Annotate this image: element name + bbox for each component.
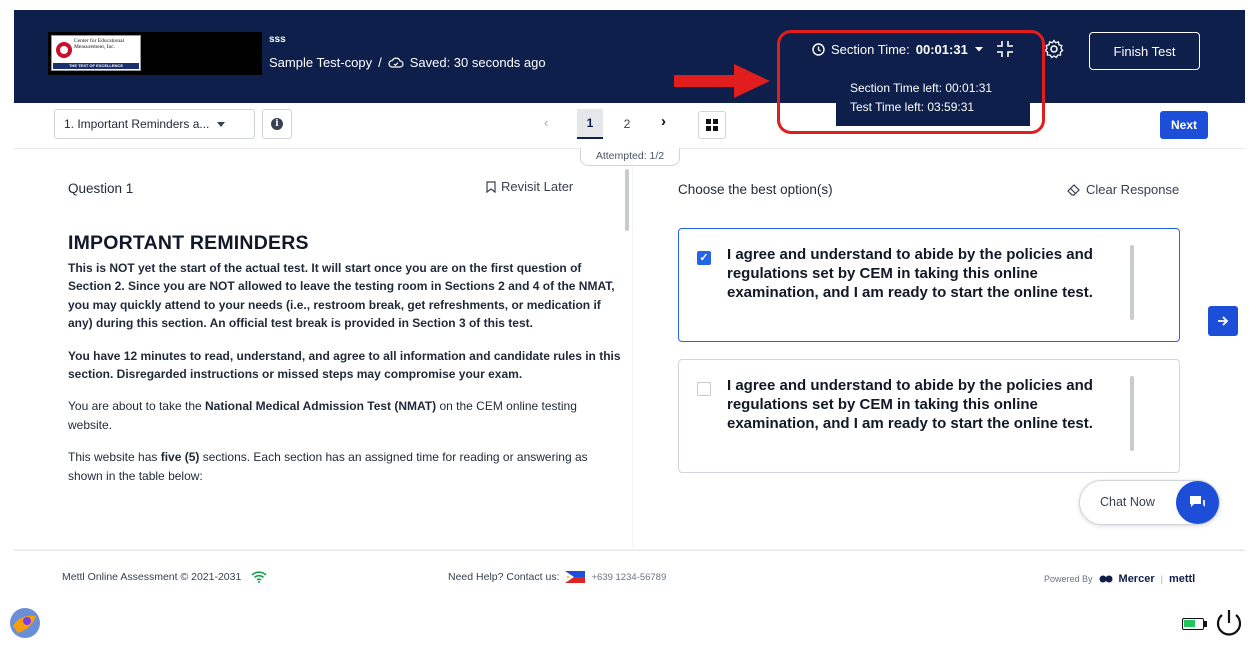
help-label: Need Help? Contact us: [448,571,560,583]
reminder-paragraph-4: This website has five (5) sections. Each… [68,450,588,483]
powered-by-label: Powered By [1044,574,1093,584]
caret-down-icon [974,47,983,52]
clear-response-button[interactable]: Clear Response [1067,182,1179,197]
chat-icon[interactable] [1176,481,1219,524]
info-button[interactable]: i [262,109,292,139]
clock-icon [812,43,825,56]
section-time-dropdown[interactable]: Section Time: 00:01:31 [812,42,984,57]
power-icon[interactable] [1213,607,1245,639]
header-bar: Center for Educational Measurement, Inc.… [14,10,1245,103]
reminder-paragraph-2: You have 12 minutes to read, understand,… [68,348,621,382]
section-time-left: Section Time left: 00:01:31 [850,81,993,95]
mercer-logo-icon [1099,575,1113,583]
eraser-icon [1067,183,1080,196]
option-2[interactable]: I agree and understand to abide by the p… [678,359,1180,473]
page-button-2[interactable]: 2 [614,109,640,139]
help-contact: Need Help? Contact us: +639 1234-56789 [448,571,666,583]
option-1-scrollbar[interactable] [1130,245,1134,320]
next-button[interactable]: Next [1160,111,1208,139]
question-content: IMPORTANT REMINDERS This is NOT yet the … [68,232,624,499]
question-grid-button[interactable] [698,111,726,139]
section-time-label: Section Time: [831,42,910,57]
test-title: Sample Test-copy [269,54,373,70]
footer: Mettl Online Assessment © 2021-2031 Need… [14,550,1245,600]
cloud-check-icon [388,57,404,68]
app-launcher-icon[interactable] [8,606,42,640]
copyright-text: Mettl Online Assessment © 2021-2031 [62,571,242,583]
test-time-left: Test Time left: 03:59:31 [850,100,975,114]
annotation-arrow-icon [674,64,770,98]
option-1-text: I agree and understand to abide by the p… [727,246,1093,301]
finish-test-button[interactable]: Finish Test [1089,32,1200,70]
page-button-1[interactable]: 1 [577,109,603,139]
section-select-value: 1. Important Reminders a... [64,117,210,131]
clear-response-label: Clear Response [1086,182,1180,197]
question-number: Question 1 [68,181,134,196]
grid-icon [706,119,718,131]
gear-icon[interactable] [1044,39,1064,59]
copyright-row: Mettl Online Assessment © 2021-2031 [62,571,267,583]
org-logo: Center for Educational Measurement, Inc.… [48,32,262,75]
help-phone: +639 1234-56789 [591,571,667,583]
logo-tagline: THE TEST OF EXCELLENCE [53,63,139,69]
bookmark-icon [486,180,496,193]
mercer-brand: Mercer [1118,573,1155,585]
title-separator: / [378,54,382,70]
question-scrollbar[interactable] [625,169,629,231]
attempted-counter: Attempted: 1/2 [580,148,680,166]
wifi-icon [251,571,267,583]
revisit-later-button[interactable]: Revisit Later [486,179,573,194]
option-2-scrollbar[interactable] [1130,376,1134,451]
reminder-paragraph-1: This is NOT yet the start of the actual … [68,261,615,331]
test-title-row: Sample Test-copy / Saved: 30 seconds ago [269,54,546,70]
powered-by: Powered By Mercer | mettl [1044,573,1196,585]
reminders-heading: IMPORTANT REMINDERS [68,232,309,254]
previous-page-button[interactable]: ‹ [544,115,548,130]
question-toolbar: 1. Important Reminders a... i ‹ 1 2 › Ne… [14,103,1245,149]
reminder-paragraph-3: You are about to take the National Medic… [68,399,577,432]
section-time-value: 00:01:31 [915,42,968,57]
next-page-button[interactable]: › [661,113,666,130]
caret-down-icon [217,121,226,127]
time-left-popup: Section Time left: 00:01:31 Test Time le… [836,73,1030,126]
logo-emblem-icon [56,42,72,58]
battery-icon [1182,618,1204,630]
revisit-later-label: Revisit Later [501,179,574,194]
philippines-flag-icon [565,571,586,583]
logo-org-name: Center for Educational Measurement, Inc. [74,38,125,50]
test-subtitle: sss [269,34,286,45]
option-2-text: I agree and understand to abide by the p… [727,377,1093,432]
mettl-brand: mettl [1168,573,1196,585]
section-select[interactable]: 1. Important Reminders a... [54,109,255,139]
collapse-icon[interactable] [996,40,1014,58]
exam-window: Center for Educational Measurement, Inc.… [14,10,1245,600]
next-question-arrow-button[interactable] [1208,306,1238,336]
info-icon: i [271,118,283,130]
arrow-right-icon [1218,316,1229,326]
saved-status: Saved: 30 seconds ago [409,54,546,70]
option-2-checkbox[interactable] [697,382,711,396]
option-1[interactable]: ✓ I agree and understand to abide by the… [678,228,1180,342]
answer-prompt: Choose the best option(s) [678,182,833,197]
question-panel: Question 1 Revisit Later IMPORTANT REMIN… [14,149,632,549]
option-1-checkbox[interactable]: ✓ [697,251,711,265]
